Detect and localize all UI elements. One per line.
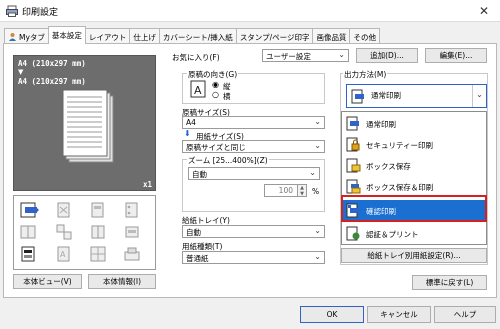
output-option-secure[interactable]: セキュリティー印刷	[343, 134, 486, 155]
chevron-down-icon: ⌄	[309, 168, 316, 177]
dialog-button-bar: OK キャンセル ヘルプ	[0, 300, 500, 329]
portrait-radio[interactable]: ◉	[212, 80, 219, 89]
poster-icon[interactable]	[90, 246, 106, 262]
box-save-print-icon	[346, 179, 361, 194]
svg-text:A: A	[194, 84, 202, 97]
favorites-label: お気に入り(F)	[172, 53, 220, 62]
color-icon[interactable]	[20, 246, 36, 262]
arrow-down-icon: ▼	[18, 68, 24, 76]
ok-button[interactable]: OK	[300, 306, 364, 323]
output-option-box-save[interactable]: ボックス保存	[343, 155, 486, 176]
zoom-percent-input[interactable]: 100	[264, 184, 298, 197]
chevron-down-icon: ⌄	[314, 252, 321, 261]
lock-icon	[346, 137, 360, 152]
preview-paper-size: A4 (210x297 mm)	[18, 77, 86, 86]
edit-favorite-button[interactable]: 編集(E)...	[425, 48, 487, 63]
booklet-icon[interactable]	[20, 224, 36, 240]
page-preview: A4 (210x297 mm) ▼ A4 (210x297 mm) x1	[13, 55, 156, 191]
tab-bar: Myタブ 基本設定 レイアウト 仕上げ カバーシート/挿入紙 スタンプ/ページ印…	[4, 26, 380, 44]
tab-other[interactable]: その他	[349, 28, 380, 44]
add-favorite-button[interactable]: 追加(D)...	[356, 48, 418, 63]
tray-paper-settings-button[interactable]: 給紙トレイ別用紙設定(R)...	[341, 248, 487, 263]
finisher-icon[interactable]	[124, 224, 140, 240]
zoom-spinner[interactable]: ▲ ▼	[298, 184, 307, 197]
chevron-down-icon: ⌄	[314, 141, 321, 150]
output-method-label: 出力方法(M)	[343, 69, 388, 80]
landscape-radio-label: 横	[223, 92, 231, 101]
tab-stamp[interactable]: スタンプ/ページ印字	[235, 28, 314, 44]
preview-copies: x1	[143, 180, 153, 189]
zoom-label: ズーム [25...400%](Z)	[187, 155, 269, 166]
tab-mytab[interactable]: Myタブ	[4, 28, 49, 44]
paper-type-select[interactable]: 普通紙 ⌄	[182, 251, 325, 264]
chevron-down-icon: ⌄	[472, 85, 486, 107]
tab-finishing[interactable]: 仕上げ	[129, 28, 160, 44]
portrait-orientation-icon: A	[190, 80, 206, 98]
watermark-icon[interactable]: A	[56, 246, 72, 262]
fold-icon[interactable]	[90, 224, 106, 240]
svg-text:A: A	[60, 250, 66, 259]
tab-layout[interactable]: レイアウト	[84, 28, 131, 44]
selection-highlight-box	[341, 195, 487, 222]
output-method-dropdown: 通常印刷 セキュリティー印刷 ボックス保存 ボックス保存＆印刷 確認印刷 認証＆…	[341, 111, 487, 245]
paper-size-select[interactable]: 原稿サイズと同じ ⌄	[182, 140, 325, 153]
output-option-box-save-print[interactable]: ボックス保存＆印刷	[343, 176, 486, 197]
chevron-down-icon: ⌄	[338, 50, 345, 59]
arrow-down-icon: ⬇	[184, 129, 191, 138]
tab-cover[interactable]: カバーシート/挿入紙	[158, 28, 237, 44]
output-option-auth-print[interactable]: 認証＆プリント	[343, 223, 486, 244]
chevron-down-icon: ⌄	[314, 117, 321, 126]
title-bar: 印刷設定 ✕	[0, 0, 500, 22]
preview-original-size: A4 (210x297 mm)	[18, 59, 86, 68]
normal-print-icon[interactable]	[20, 202, 40, 218]
restore-defaults-button[interactable]: 標準に戻す(L)	[412, 275, 487, 290]
page-stack-icon	[62, 89, 114, 163]
user-icon	[9, 33, 16, 41]
tab-basic[interactable]: 基本設定	[47, 26, 86, 44]
output-option-normal[interactable]: 通常印刷	[343, 113, 486, 134]
device-info-button[interactable]: 本体情報(I)	[88, 274, 156, 289]
paper-tray-select[interactable]: 自動 ⌄	[182, 225, 325, 238]
combine-icon[interactable]	[56, 224, 72, 240]
orientation-label: 原稿の向き(G)	[187, 69, 239, 80]
staple-icon[interactable]	[90, 202, 106, 218]
favorites-select[interactable]: ユーザー設定 ⌄	[262, 49, 349, 62]
output-method-select[interactable]: 通常印刷 ⌄	[346, 84, 487, 108]
printer-icon	[6, 5, 18, 17]
output-tray-icon[interactable]	[124, 246, 140, 262]
cancel-button[interactable]: キャンセル	[367, 306, 431, 323]
window-title: 印刷設定	[22, 8, 59, 18]
help-button[interactable]: ヘルプ	[434, 306, 496, 323]
landscape-radio[interactable]: ○	[212, 90, 219, 99]
chevron-down-icon: ⌄	[314, 226, 321, 235]
tab-quality[interactable]: 画像品質	[312, 28, 351, 44]
original-size-select[interactable]: A4 ⌄	[182, 116, 325, 129]
close-icon[interactable]: ✕	[476, 3, 492, 19]
zoom-select[interactable]: 自動 ⌄	[188, 167, 320, 180]
device-view-button[interactable]: 本体ビュー(V)	[13, 274, 82, 289]
function-icon-panel: A	[13, 195, 156, 270]
normal-print-icon	[346, 116, 359, 131]
punch-icon[interactable]	[124, 202, 140, 218]
zoom-percent-unit: %	[312, 187, 320, 196]
auth-print-icon	[346, 226, 360, 241]
box-save-icon	[346, 158, 361, 173]
duplex-icon[interactable]	[56, 202, 72, 218]
normal-print-icon	[351, 89, 364, 104]
